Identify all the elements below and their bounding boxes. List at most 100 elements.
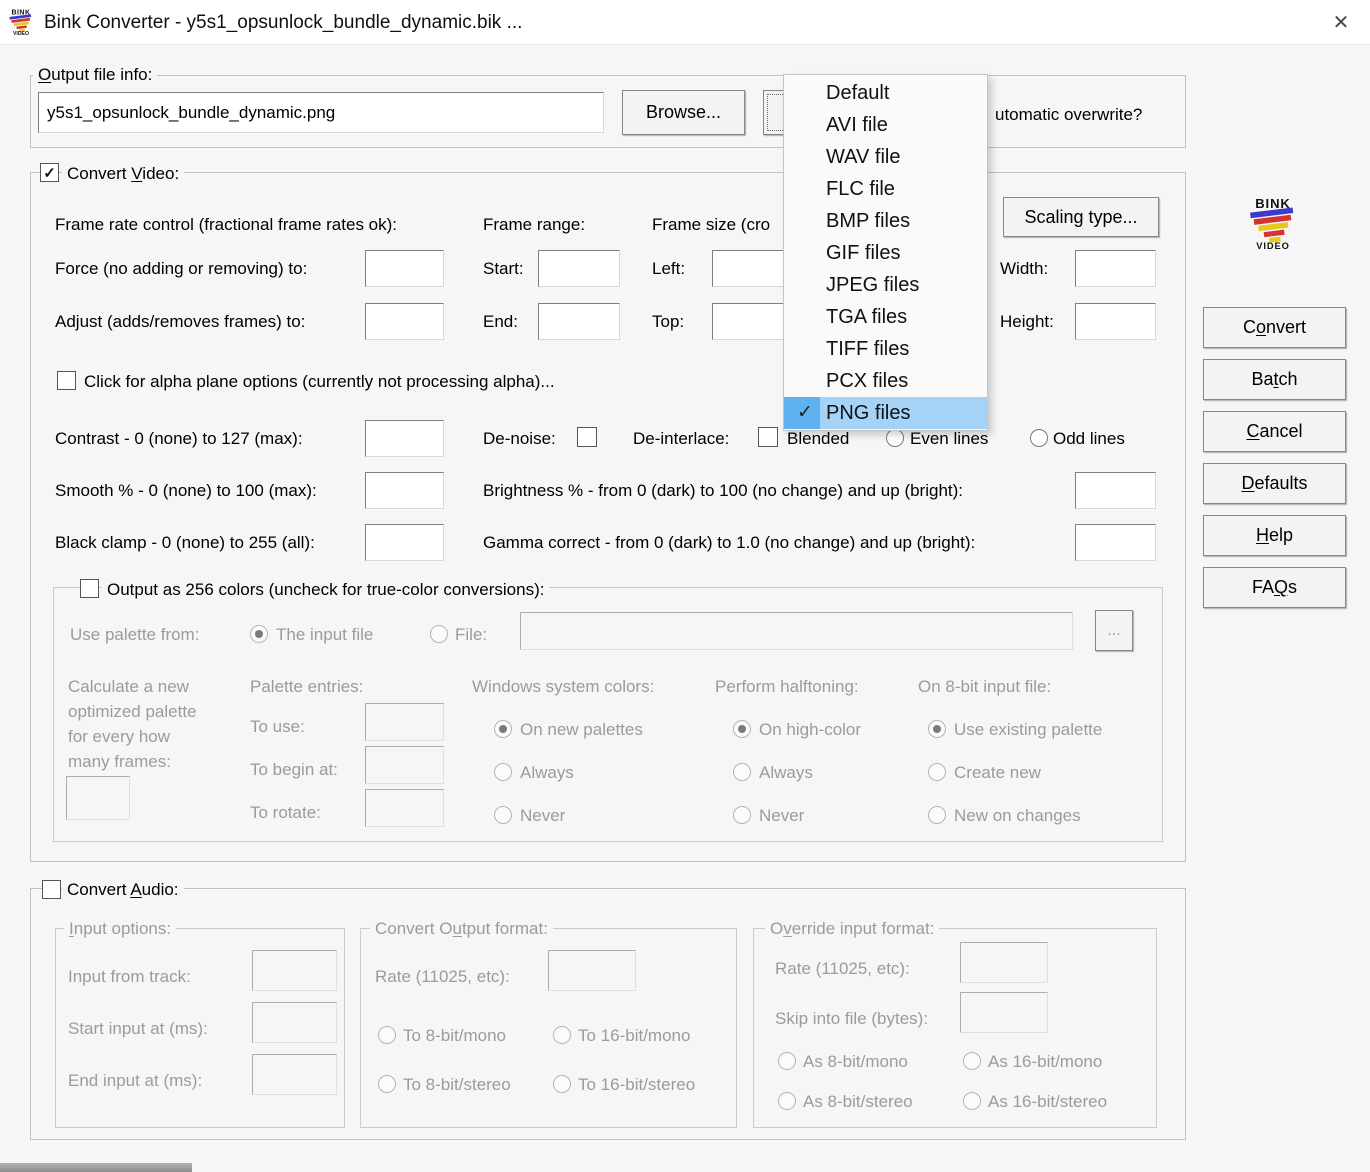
to-8bit-stereo-label: To 8-bit/stereo	[403, 1075, 511, 1094]
convert-video-checkbox[interactable]: ✓	[40, 163, 59, 182]
alpha-options-checkbox[interactable]	[57, 371, 76, 390]
frame-start-label: Start:	[483, 259, 524, 278]
contrast-label: Contrast - 0 (none) to 127 (max):	[55, 429, 303, 448]
frame-start-field[interactable]	[538, 250, 620, 287]
file-type-menu: Default AVI file WAV file FLC file BMP f…	[783, 74, 988, 431]
as-16bit-mono-radio	[963, 1052, 981, 1070]
faqs-button[interactable]: FA Qs	[1203, 567, 1346, 608]
bink-icon: BINK VIDEO	[9, 10, 32, 36]
batch-button[interactable]: Ba t ch	[1203, 359, 1346, 400]
use-palette-from-label: Use palette from:	[70, 625, 200, 644]
scaling-type-button[interactable]: Scaling type...	[1003, 197, 1159, 237]
menu-item-tiff-files[interactable]: TIFF files	[784, 333, 987, 365]
output-256-colors-label: Output as 256 colors (uncheck for true-c…	[102, 579, 550, 600]
calc-palette-line4: many frames:	[68, 752, 171, 771]
menu-item-avi-file[interactable]: AVI file	[784, 109, 987, 141]
output-256-colors-checkbox[interactable]	[80, 579, 99, 598]
bit8-create-new-label: Create new	[954, 763, 1041, 782]
palette-entries-header: Palette entries:	[250, 677, 364, 696]
contrast-field[interactable]	[365, 420, 444, 457]
defaults-button[interactable]: Defaults	[1203, 463, 1346, 504]
alpha-options-label: Click for alpha plane options (currently…	[84, 372, 555, 391]
smooth-field[interactable]	[365, 472, 444, 509]
check-icon: ✓	[43, 164, 56, 182]
denoise-checkbox[interactable]	[577, 427, 597, 447]
frame-end-field[interactable]	[538, 303, 620, 340]
odd-lines-radio[interactable]	[1030, 429, 1048, 447]
menu-item-png-files[interactable]: ✓ PNG files	[784, 397, 987, 429]
force-frame-rate-field[interactable]	[365, 250, 444, 287]
halftoning-always-label: Always	[759, 763, 813, 782]
title-bar: BINK VIDEO Bink Converter - y5s1_opsunlo…	[0, 0, 1370, 45]
help-button[interactable]: Help	[1203, 515, 1346, 556]
frame-rate-header: Frame rate control (fractional frame rat…	[55, 215, 398, 234]
win-colors-never-radio	[494, 806, 512, 824]
win-colors-never-label: Never	[520, 806, 566, 825]
crop-left-field[interactable]	[712, 250, 790, 287]
brightness-field[interactable]	[1075, 472, 1156, 509]
bink-converter-window: BINK VIDEO Bink Converter - y5s1_opsunlo…	[0, 0, 1370, 1172]
convert-video-label: Convert Video:	[62, 163, 185, 184]
menu-item-tga-files[interactable]: TGA files	[784, 301, 987, 333]
deinterlace-checkbox[interactable]	[758, 427, 778, 447]
crop-top-field[interactable]	[712, 303, 790, 340]
cancel-button[interactable]: Cancel	[1203, 411, 1346, 452]
height-field[interactable]	[1075, 303, 1156, 340]
bit8-existing-palette-label: Use existing palette	[954, 720, 1103, 739]
smooth-label: Smooth % - 0 (none) to 100 (max):	[55, 481, 317, 500]
halftoning-high-color-label: On high-color	[759, 720, 862, 739]
width-field[interactable]	[1075, 250, 1156, 287]
to-use-field	[365, 703, 444, 741]
win-colors-header: Windows system colors:	[472, 677, 655, 696]
halftoning-never-label: Never	[759, 806, 805, 825]
to-16bit-stereo-label: To 16-bit/stereo	[578, 1075, 696, 1094]
odd-lines-label: Odd lines	[1053, 429, 1125, 448]
to-16bit-mono-label: To 16-bit/mono	[578, 1026, 691, 1045]
blended-label: Blended	[787, 429, 850, 448]
as-16bit-stereo-label: As 16-bit/stereo	[988, 1092, 1108, 1111]
menu-item-wav-file[interactable]: WAV file	[784, 141, 987, 173]
menu-item-bmp-files[interactable]: BMP files	[784, 205, 987, 237]
to-use-label: To use:	[250, 717, 305, 736]
even-lines-radio[interactable]	[886, 429, 904, 447]
as-16bit-mono-label: As 16-bit/mono	[988, 1052, 1103, 1071]
calc-palette-line3: for every how	[68, 727, 171, 746]
menu-item-pcx-files[interactable]: PCX files	[784, 365, 987, 397]
menu-item-jpeg-files[interactable]: JPEG files	[784, 269, 987, 301]
input-options-label: Input options:	[64, 918, 177, 939]
as-8bit-mono-radio	[778, 1052, 796, 1070]
to-rotate-label: To rotate:	[250, 803, 321, 822]
gamma-label: Gamma correct - from 0 (dark) to 1.0 (no…	[483, 533, 976, 552]
svg-text:VIDEO: VIDEO	[1256, 241, 1290, 250]
to-8bit-mono-radio	[378, 1026, 396, 1044]
width-label: Width:	[1000, 259, 1049, 278]
halftoning-always-radio	[733, 763, 751, 781]
override-rate-field	[960, 942, 1048, 983]
skip-into-file-label: Skip into file (bytes):	[775, 1009, 929, 1028]
adjust-frame-rate-field[interactable]	[365, 303, 444, 340]
override-input-format-label: Override input format:	[765, 918, 940, 939]
halftoning-high-color-radio	[733, 720, 751, 738]
win-colors-new-palettes-label: On new palettes	[520, 720, 643, 739]
convert-audio-label: Convert Audio:	[62, 879, 184, 900]
partial-window-edge	[0, 1163, 192, 1172]
height-label: Height:	[1000, 312, 1054, 331]
menu-item-default[interactable]: Default	[784, 77, 987, 109]
browse-button[interactable]: Browse...	[622, 90, 745, 135]
as-8bit-stereo-radio	[778, 1092, 796, 1110]
close-icon[interactable]: ✕	[1312, 0, 1370, 45]
menu-item-flc-file[interactable]: FLC file	[784, 173, 987, 205]
gamma-field[interactable]	[1075, 524, 1156, 561]
menu-check-icon: ✓	[797, 402, 813, 423]
bit8-new-on-changes-radio	[928, 806, 946, 824]
convert-button[interactable]: Co nvert	[1203, 307, 1346, 348]
palette-input-file-radio	[250, 625, 268, 643]
output-filename-input[interactable]: y5s1_opsunlock_bundle_dynamic.png	[38, 92, 604, 133]
palette-file-radio	[430, 625, 448, 643]
to-8bit-stereo-radio	[378, 1075, 396, 1093]
menu-item-gif-files[interactable]: GIF files	[784, 237, 987, 269]
even-lines-label: Even lines	[910, 429, 989, 448]
convert-audio-checkbox[interactable]	[42, 880, 61, 899]
black-clamp-field[interactable]	[365, 524, 444, 561]
to-8bit-mono-label: To 8-bit/mono	[403, 1026, 506, 1045]
